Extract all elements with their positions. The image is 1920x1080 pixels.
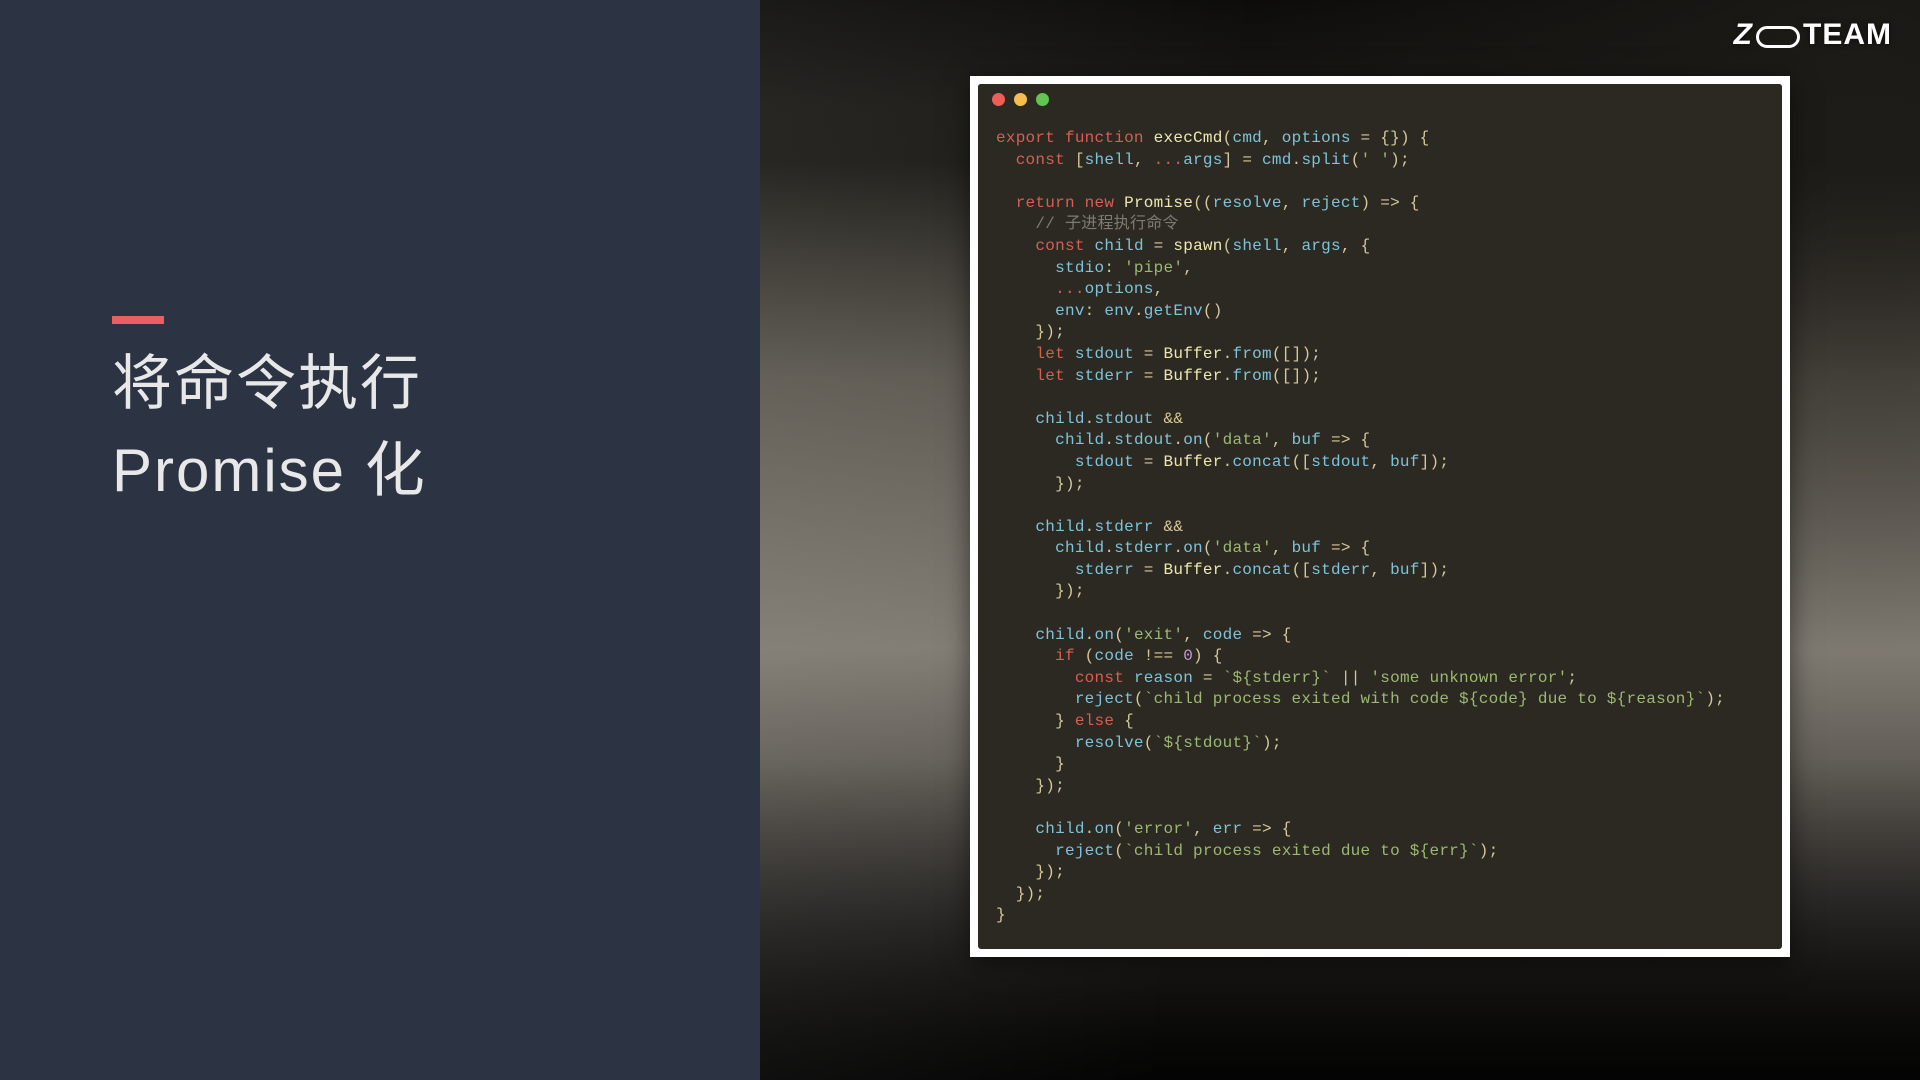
close-icon[interactable]: [992, 93, 1005, 106]
code-block: export function execCmd(cmd, options = {…: [978, 114, 1782, 949]
left-panel: 将命令执行 Promise 化: [0, 0, 760, 1080]
code-window: export function execCmd(cmd, options = {…: [978, 84, 1782, 949]
slide-title: 将命令执行 Promise 化: [112, 340, 427, 514]
zoom-icon[interactable]: [1036, 93, 1049, 106]
accent-bar: [112, 316, 164, 324]
title-line-2: Promise 化: [112, 427, 427, 514]
title-line-1: 将命令执行: [112, 340, 427, 427]
window-titlebar: [978, 84, 1782, 114]
code-frame: export function execCmd(cmd, options = {…: [970, 76, 1790, 957]
brand-text-left: Z: [1734, 18, 1753, 52]
slide: 将命令执行 Promise 化 Z TEAM export function e…: [0, 0, 1920, 1080]
brand-oo-icon: [1756, 26, 1800, 48]
brand-text-right: TEAM: [1803, 18, 1892, 52]
brand-logo: Z TEAM: [1734, 18, 1892, 52]
minimize-icon[interactable]: [1014, 93, 1027, 106]
